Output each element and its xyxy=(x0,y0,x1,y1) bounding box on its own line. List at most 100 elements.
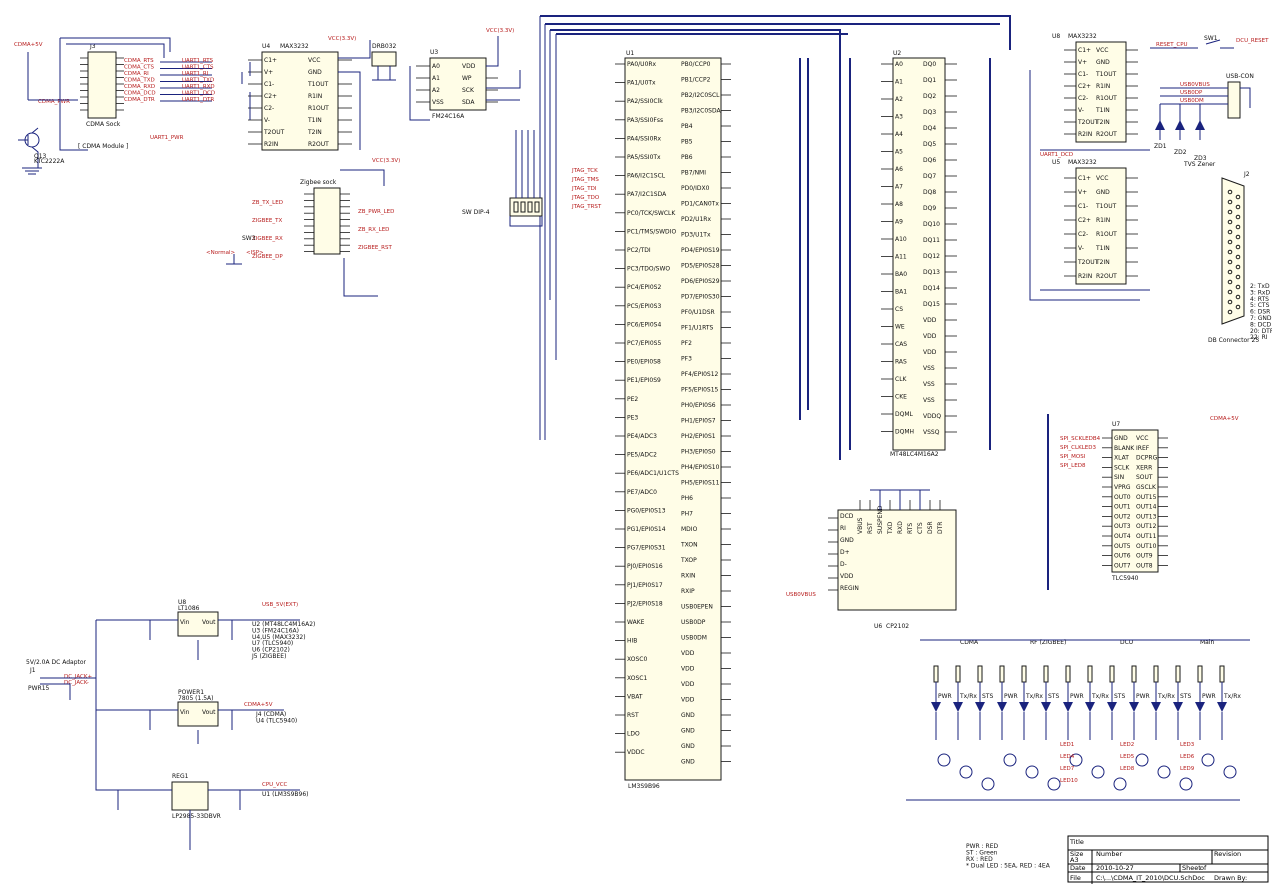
pin-label: RXIN xyxy=(681,573,696,580)
uart1-net: UART1_DCD xyxy=(182,91,215,97)
pin-label: T1OUT xyxy=(1095,203,1117,210)
dc-jack-ref: J1 xyxy=(29,667,36,674)
pin-label: A0 xyxy=(432,63,440,70)
pin-label: OUT2 xyxy=(1114,513,1131,520)
pin-label: A7 xyxy=(895,184,903,191)
pin-label: WE xyxy=(895,324,905,331)
cdma-net: CDMA_RXD xyxy=(124,84,155,90)
pin-label: VSS xyxy=(923,365,935,372)
pin-label: C1+ xyxy=(264,57,277,64)
pin-label: MDIO xyxy=(681,526,698,533)
uart1-net: UART1_RTS xyxy=(182,58,214,64)
pin-label: PA3/SSI0Fss xyxy=(627,117,663,124)
pin-label: PD2/U1Rx xyxy=(681,216,711,223)
pin-label: C1- xyxy=(1078,71,1088,78)
pin-label: PD3/U1Tx xyxy=(681,232,711,239)
pin-label: C2- xyxy=(1078,231,1088,238)
led-section: CDMA RF (ZIGBEE) DCU Main PWR Tx/Rx STS PWR Tx/… xyxy=(906,639,1250,801)
pin-label: PB0/CCP0 xyxy=(681,61,711,68)
pin-label: A8 xyxy=(895,201,903,208)
pin-label: R1IN xyxy=(1096,217,1110,224)
pin-label: VCC xyxy=(1096,175,1108,182)
cdma-net: CDMA_DTR xyxy=(124,97,155,103)
transistor xyxy=(1201,753,1215,767)
pin-label: PH7 xyxy=(681,511,693,518)
pin-label: PF1/U1RTS xyxy=(681,325,714,332)
led-name: Tx/Rx xyxy=(1223,693,1241,700)
led-diode xyxy=(1217,702,1227,712)
reg-power1-vin: Vin xyxy=(180,709,190,716)
pin-label: GND xyxy=(681,743,695,750)
resistor xyxy=(977,665,983,683)
vcc-u4-net: VCC(3.3V) xyxy=(328,36,356,42)
usb-dp-net: USB0DP xyxy=(1180,90,1203,96)
pin-label: RAS xyxy=(895,359,907,366)
pin-label: DCPRG xyxy=(1136,455,1158,462)
resistor xyxy=(955,665,961,683)
pin-label: XOSC1 xyxy=(627,675,647,682)
uart1-net: UART1_CTS xyxy=(182,65,214,71)
pin-label: TXOP xyxy=(680,557,697,564)
pin-label: RST xyxy=(627,712,639,719)
pin-label: C1+ xyxy=(1078,175,1091,182)
pin-label: PA5/SSI0Tx xyxy=(627,154,661,161)
resistor xyxy=(1065,665,1071,683)
db25-pin xyxy=(1235,204,1241,210)
tb-sheet-label: Sheet xyxy=(1182,864,1201,872)
u7-ref: U7 xyxy=(1112,421,1120,428)
pin-label: C2+ xyxy=(264,93,277,100)
pin-label: T1IN xyxy=(1095,107,1110,114)
pin-label: C2+ xyxy=(1078,217,1091,224)
supply-item: U1 (LM3S9B96) xyxy=(262,791,309,798)
resistor xyxy=(1197,665,1203,683)
led-diode xyxy=(931,702,941,712)
schematic-canvas: J3 CDMA Sock [ CDMA Module ] CDMA_PWR UA… xyxy=(14,15,1272,884)
pin-label: A11 xyxy=(895,254,907,261)
pin-label: VCC xyxy=(1136,435,1148,442)
pin-label: D+ xyxy=(840,549,850,556)
pin-label: SCLK xyxy=(1114,464,1130,471)
pin-label: R2OUT xyxy=(308,141,329,148)
resistor xyxy=(1043,665,1049,683)
uart1-net: UART1_DTR xyxy=(182,97,214,103)
pin-label: VBUS xyxy=(857,517,864,534)
transistor xyxy=(959,765,973,779)
uart1-pwr-net: UART1_PWR xyxy=(150,135,184,141)
pin-label: RI xyxy=(840,525,846,532)
zigbee-net: ZIGBEE_TX xyxy=(252,218,282,224)
pin-label: OUT3 xyxy=(1114,523,1131,530)
dip-switch: SW DIP-4 xyxy=(462,130,543,227)
vcc-u3-net: VCC(3.3V) xyxy=(486,28,514,34)
db25-pin xyxy=(1227,189,1233,195)
db25-pin xyxy=(1227,299,1233,305)
u1-part: LM3S9B96 xyxy=(628,783,660,790)
u3-ref: U3 xyxy=(430,49,438,56)
pin-label: PC1/TMS/SWDIO xyxy=(627,228,676,235)
pin-label: VSS xyxy=(923,381,935,388)
pin-label: A0 xyxy=(895,61,903,68)
pin-label: PA6/I2C1SCL xyxy=(627,173,666,180)
u4-max3232: U4 MAX3232 C1+ V+ C1- C2+ C2- V- T2OUT R2IN VCC G… xyxy=(241,36,371,151)
pin-label: PB2/I2C0SCL xyxy=(681,92,720,99)
pin-label: PD6/EPI0S29 xyxy=(681,278,720,285)
pin-label: DQ8 xyxy=(923,189,936,196)
pin-label: PC5/EPI0S3 xyxy=(627,303,661,310)
dcu-reset-net: DCU_RESET xyxy=(1236,38,1269,44)
pin-label: XERR xyxy=(1136,464,1152,471)
pin-label: R2OUT xyxy=(1096,131,1117,138)
pin-label: PF4/EPI0S12 xyxy=(681,371,719,378)
pin-label: A2 xyxy=(895,96,903,103)
pin-label: R1IN xyxy=(308,93,322,100)
u5-max3232: U5 MAX3232 C1+V+C1-C2+C2-V-T2OUTR2INVCCG… xyxy=(1052,159,1138,285)
pin-label: PC4/EPI0S2 xyxy=(627,284,661,291)
pin-label: VPRG xyxy=(1114,484,1131,491)
pin-label: PA2/SSI0Clk xyxy=(627,98,663,105)
pin-label: GND xyxy=(1096,59,1110,66)
pin-label: PF5/EPI0S15 xyxy=(681,387,719,394)
pin-label: VSS xyxy=(432,99,444,106)
pwr-switch-label: PWR15 xyxy=(28,685,50,692)
transistor-q13: Q13 KTC2222A xyxy=(18,127,65,168)
pin-label: VDD xyxy=(681,697,695,704)
pin-label: DQ11 xyxy=(923,237,940,244)
cdma-net: CDMA_DCD xyxy=(124,91,156,97)
